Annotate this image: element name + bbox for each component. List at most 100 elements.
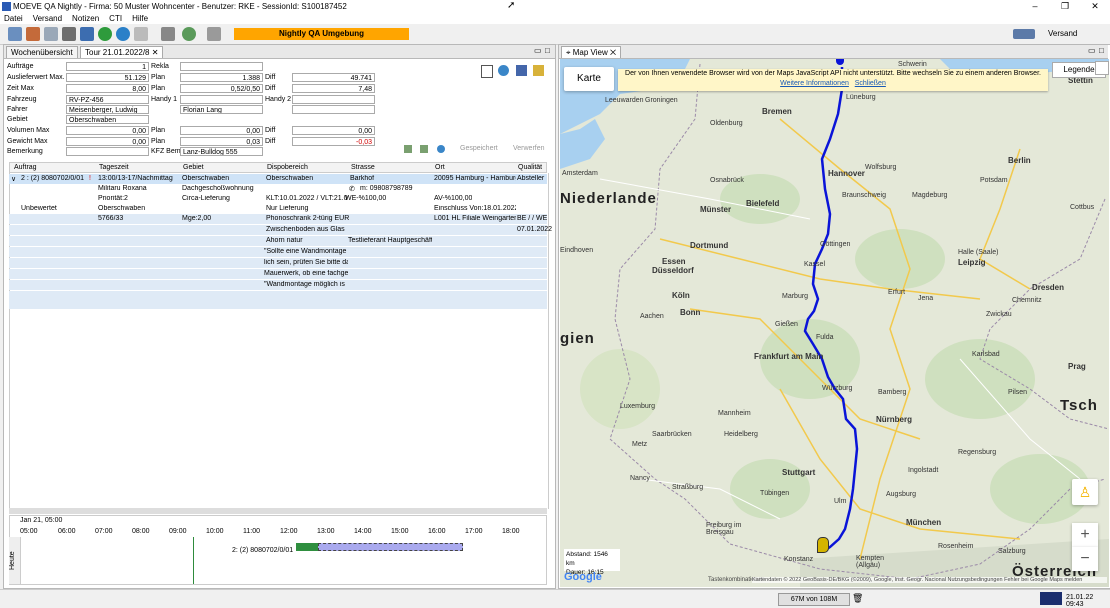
table-row[interactable]: lich sein, prüfen Sie bitte da (9, 258, 547, 268)
plan3-field[interactable]: 0,00 (180, 126, 263, 135)
map-type-button[interactable]: Karte (564, 67, 614, 91)
table-row[interactable]: "Sollte eine Wandmontage (9, 247, 547, 257)
minimize-panel-icon[interactable]: ▭ (1088, 46, 1096, 55)
diff1-field[interactable]: 49.741 (292, 73, 375, 82)
tools-icon[interactable] (62, 27, 76, 41)
close-tab-icon[interactable]: ✕ (152, 48, 159, 57)
tab-wochenuebersicht[interactable]: Wochenübersicht (6, 46, 78, 58)
handy1-field[interactable] (180, 95, 263, 104)
menu-cti[interactable]: CTI (109, 14, 122, 23)
tab-tour[interactable]: Tour 21.01.2022/8 ✕ (80, 46, 164, 58)
table-row[interactable]: Militaru Roxana Dachgeschoßwohnung ✆ m: … (9, 184, 547, 194)
plan4-field[interactable]: 0,03 (180, 137, 263, 146)
gebiet-field[interactable]: Oberschwaben (66, 115, 149, 124)
minimize-button[interactable]: – (1020, 0, 1050, 13)
bemerkung-field[interactable] (66, 147, 149, 156)
minimize-panel-icon[interactable]: ▭ (534, 46, 542, 55)
row-expand-icon[interactable]: ∨ (11, 175, 16, 183)
green-circle-icon[interactable] (98, 27, 112, 41)
col-strasse[interactable]: Strasse (351, 164, 375, 171)
col-auftrag[interactable]: Auftrag (14, 164, 37, 171)
city-label: Gießen (775, 321, 798, 328)
close-warning-link[interactable]: Schließen (855, 80, 886, 87)
users-icon[interactable] (26, 27, 40, 41)
col-gebiet[interactable]: Gebiet (183, 164, 204, 171)
city-label: Hannover (828, 169, 865, 178)
fahrzeug-field[interactable]: RV-PZ-456 (66, 95, 149, 104)
fahrer-field[interactable]: Meisenberger, Ludwig (66, 105, 149, 114)
book-icon[interactable] (516, 65, 527, 76)
plan1-field[interactable]: 1.388 (180, 73, 263, 82)
vehicle-dropdown-icon[interactable] (1013, 29, 1035, 39)
city-label: Fulda (816, 334, 834, 341)
volumen-field[interactable]: 0,00 (66, 126, 149, 135)
col-dispobereich[interactable]: Dispobereich (267, 164, 308, 171)
refresh-icon[interactable] (182, 27, 196, 41)
handy2-field[interactable] (292, 95, 375, 104)
street-view-pegman-icon[interactable]: ♙ (1072, 479, 1098, 505)
city-label: Tübingen (760, 490, 790, 497)
menu-hilfe[interactable]: Hilfe (132, 14, 148, 23)
truck-icon[interactable] (80, 27, 94, 41)
menu-datei[interactable]: Datei (4, 14, 23, 23)
diff4-field[interactable]: -0,03 (292, 137, 375, 146)
horizontal-scrollbar[interactable] (9, 508, 547, 514)
action-icon-2[interactable] (420, 145, 428, 153)
kfz-field[interactable]: Lanz-Bulldog 555 (180, 147, 263, 156)
table-row[interactable]: ∨ 2 : (2) 8080702/0/01 ! 13:00/13-17/Nac… (9, 174, 547, 184)
list-icon[interactable] (481, 65, 493, 78)
maximize-button[interactable]: ❐ (1050, 0, 1080, 13)
gewicht-field[interactable]: 0,00 (66, 137, 149, 146)
diff3-field[interactable]: 0,00 (292, 126, 375, 135)
table-row[interactable]: Mauerwerk, ob eine fachge (9, 269, 547, 279)
edit-icon[interactable] (134, 27, 148, 41)
verwerfen-button[interactable]: Verwerfen (513, 145, 545, 152)
close-button[interactable]: ✕ (1080, 0, 1110, 13)
more-info-link[interactable]: Weitere Informationen (780, 80, 849, 87)
gespeichert-button[interactable]: Gespeichert (460, 145, 498, 152)
table-row[interactable]: Ahorn natur Testlieferant Hauptgeschäft (9, 236, 547, 246)
stop-icon[interactable] (161, 27, 175, 41)
table-row[interactable]: Priorität:2 Circa-Lieferung KLT:10.01.20… (9, 194, 547, 204)
diff2-field[interactable]: 7,48 (292, 84, 375, 93)
globe-icon[interactable] (116, 27, 130, 41)
table-row[interactable]: "Wandmontage möglich is (9, 280, 547, 290)
maximize-panel-icon[interactable]: □ (1099, 46, 1104, 55)
close-tab-icon[interactable]: ✕ (610, 48, 616, 57)
globe-small-icon[interactable] (437, 145, 445, 153)
col-qualitaet[interactable]: Qualität (518, 164, 542, 171)
menu-versand[interactable]: Versand (33, 14, 62, 23)
zoom-in-button[interactable]: + (1072, 523, 1098, 547)
table-row[interactable]: Zwischenboden aus Glas 07.01.2022 (9, 225, 552, 235)
tab-map-view[interactable]: ⌖ Map View ✕ (561, 46, 622, 58)
maximize-panel-icon[interactable]: □ (545, 46, 550, 55)
city-label: Bremen (762, 107, 792, 116)
gewicht-label: Gewicht Max (7, 138, 48, 145)
zeit-field[interactable]: 8,00 (66, 84, 149, 93)
table-row[interactable]: Unbewertet Oberschwaben Nur Lieferung Ei… (9, 204, 547, 214)
fullscreen-button[interactable] (1095, 61, 1109, 75)
timeline-job-drive[interactable] (296, 543, 318, 551)
rekla-field[interactable] (180, 62, 263, 71)
globe-icon[interactable] (498, 65, 509, 76)
col-tageszeit[interactable]: Tageszeit (99, 164, 129, 171)
zoom-out-button[interactable]: − (1072, 547, 1098, 571)
action-icon-1[interactable] (404, 145, 412, 153)
export-icon[interactable] (207, 27, 221, 41)
fahrer2-field[interactable]: Florian Lang (180, 105, 263, 114)
trash-icon[interactable]: 🗑 (852, 593, 863, 604)
plan2-field[interactable]: 0,52/0,50 (180, 84, 263, 93)
auslieferwert-field[interactable]: 51.129 (66, 73, 149, 82)
table-row[interactable]: 5766/33 Mge:2,00 Phonoschrank 2-türig EU… (9, 214, 547, 224)
auftraege-field[interactable]: 1 (66, 62, 149, 71)
timeline-heute-label: Heute (9, 551, 16, 570)
col-ort[interactable]: Ort (435, 164, 445, 171)
map-canvas[interactable]: Schwerin Stettin Lüneburg Leeuwarden Gro… (560, 59, 1109, 587)
lock-icon[interactable] (533, 65, 544, 76)
timeline-job-bar[interactable] (318, 543, 463, 551)
fahrer3-field[interactable] (292, 105, 375, 114)
menu-notizen[interactable]: Notizen (72, 14, 99, 23)
calendar-icon[interactable] (8, 27, 22, 41)
end-marker-icon[interactable] (817, 537, 829, 553)
document-icon[interactable] (44, 27, 58, 41)
